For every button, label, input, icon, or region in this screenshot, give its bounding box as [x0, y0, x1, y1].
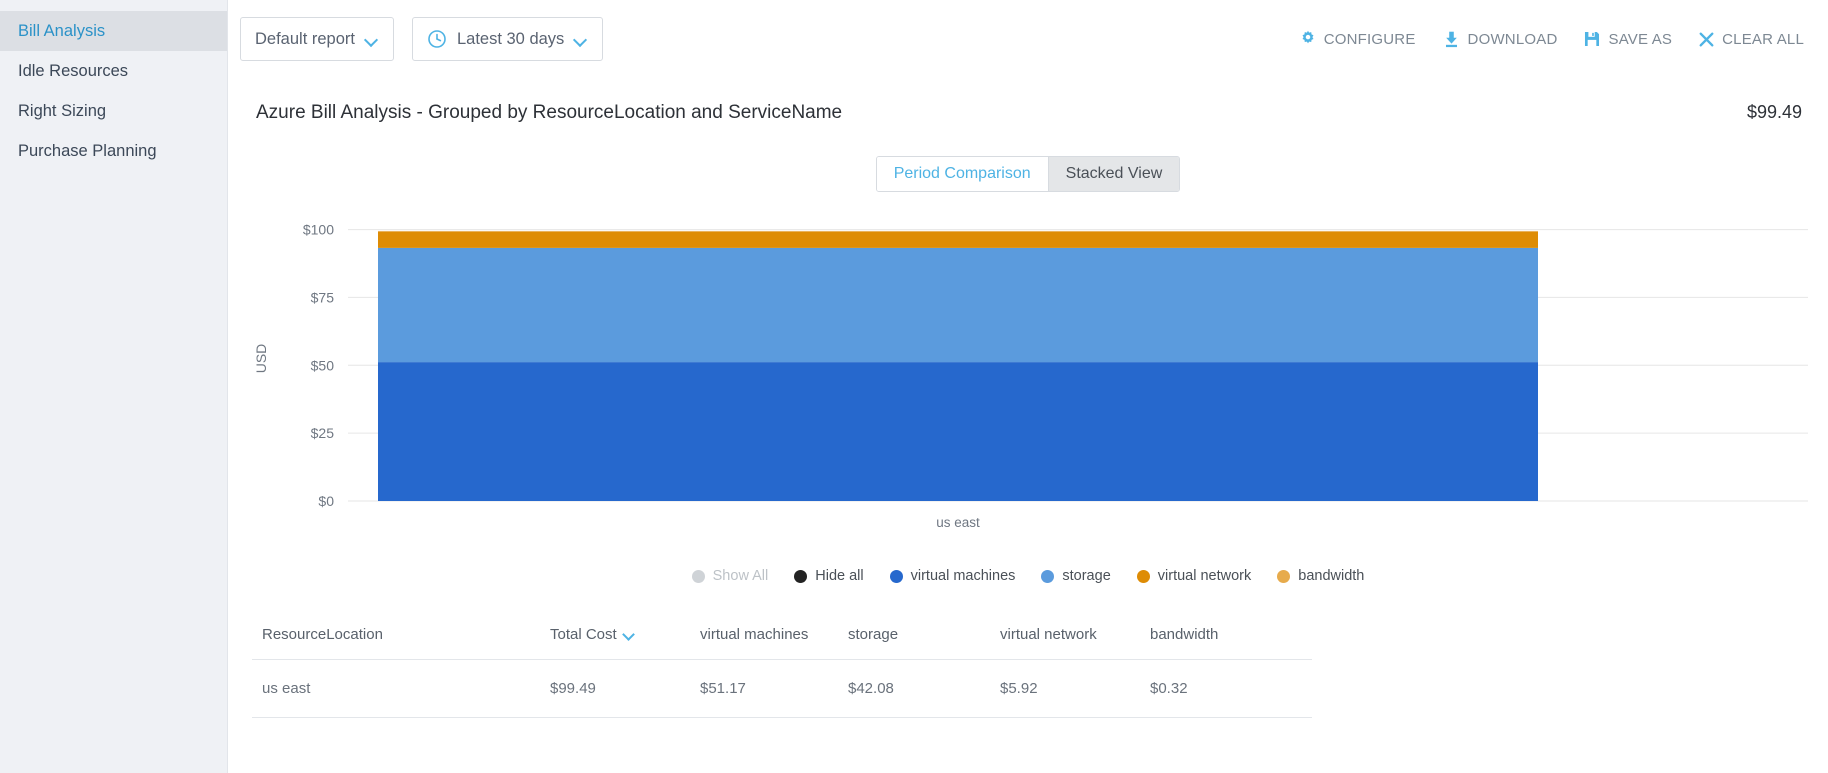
main-content: Default report Latest 30 days CONFIGURE …	[228, 0, 1828, 773]
download-label: DOWNLOAD	[1467, 30, 1558, 48]
bar-segment-virtual-network[interactable]	[378, 231, 1538, 248]
date-range-label: Latest 30 days	[456, 29, 565, 48]
sidebar: Bill Analysis Idle Resources Right Sizin…	[0, 0, 228, 773]
page-title: Azure Bill Analysis - Grouped by Resourc…	[256, 102, 843, 123]
legend-dot	[1041, 569, 1055, 583]
toolbar-actions: CONFIGURE DOWNLOAD SAVE AS CLEAR ALL	[1299, 0, 1804, 78]
sort-descending-icon	[624, 631, 635, 638]
sidebar-item-label: Bill Analysis	[18, 22, 106, 40]
x-axis-tick-label: us east	[936, 515, 980, 530]
column-label: bandwidth	[1150, 626, 1219, 643]
table-header-row: ResourceLocation Total Cost virtual mach…	[252, 626, 1312, 660]
bar-segment-virtual-machines[interactable]	[378, 362, 1538, 501]
tab-period-comparison[interactable]: Period Comparison	[876, 157, 1049, 191]
report-select[interactable]: Default report	[240, 17, 394, 61]
bar-segment-bandwidth[interactable]	[378, 230, 1538, 232]
bar-segment-storage[interactable]	[378, 247, 1538, 363]
clear-all-label: CLEAR ALL	[1722, 30, 1804, 48]
legend-item-storage[interactable]: storage	[1041, 568, 1111, 584]
report-table-wrapper: ResourceLocation Total Cost virtual mach…	[228, 584, 1828, 718]
tab-label: Stacked View	[1065, 165, 1163, 182]
table-header-virtual-network[interactable]: virtual network	[990, 626, 1140, 660]
stacked-bar-chart: $0 $25 $50 $75 $100 USD us east	[228, 206, 1828, 566]
cell-bandwidth: $0.32	[1140, 659, 1312, 718]
legend-item-bandwidth[interactable]: bandwidth	[1277, 568, 1364, 584]
table-header-total-cost[interactable]: Total Cost	[540, 626, 690, 660]
legend-label: Show All	[712, 568, 769, 584]
clear-all-button[interactable]: CLEAR ALL	[1698, 31, 1804, 48]
y-axis-title: USD	[253, 344, 269, 374]
legend-dot-show-all	[691, 569, 705, 583]
sidebar-item-bill-analysis[interactable]: Bill Analysis	[0, 11, 227, 51]
save-as-button[interactable]: SAVE AS	[1583, 30, 1672, 48]
table-header-bandwidth[interactable]: bandwidth	[1140, 626, 1312, 660]
cell-virtual-machines: $51.17	[690, 659, 838, 718]
table-row[interactable]: us east $99.49 $51.17 $42.08 $5.92 $0.32	[252, 659, 1312, 718]
sidebar-item-label: Idle Resources	[18, 62, 129, 80]
y-axis-tick-label: $50	[311, 357, 335, 373]
cell-resourcelocation: us east	[252, 659, 540, 718]
gear-icon	[1299, 30, 1317, 48]
column-label: virtual network	[1000, 626, 1097, 643]
close-icon	[1698, 31, 1715, 48]
save-icon	[1583, 30, 1601, 48]
table-header-resourcelocation[interactable]: ResourceLocation	[252, 626, 540, 660]
sidebar-item-right-sizing[interactable]: Right Sizing	[0, 91, 227, 131]
sidebar-item-label: Right Sizing	[18, 102, 107, 120]
tab-label: Period Comparison	[893, 165, 1031, 182]
cell-virtual-network: $5.92	[990, 659, 1140, 718]
legend-label: virtual machines	[910, 568, 1016, 584]
date-range-select[interactable]: Latest 30 days	[411, 17, 604, 61]
legend-item-virtual-network[interactable]: virtual network	[1136, 568, 1252, 584]
cell-total-cost: $99.49	[540, 659, 690, 718]
report-table: ResourceLocation Total Cost virtual mach…	[252, 626, 1312, 718]
report-total-amount: $99.49	[1746, 102, 1802, 122]
chart-canvas[interactable]: $0 $25 $50 $75 $100 USD us east	[228, 206, 1828, 556]
chevron-down-icon	[365, 35, 379, 44]
save-as-label: SAVE AS	[1608, 30, 1673, 48]
legend-hide-all[interactable]: Hide all	[794, 568, 864, 584]
report-select-label: Default report	[255, 29, 355, 48]
column-label: virtual machines	[700, 626, 809, 643]
legend-dot	[1277, 569, 1291, 583]
sidebar-item-idle-resources[interactable]: Idle Resources	[0, 51, 227, 91]
toolbar: Default report Latest 30 days CONFIGURE …	[228, 0, 1828, 78]
chart-legend: Show All Hide all virtual machines stora…	[228, 568, 1828, 584]
legend-label: Hide all	[815, 568, 864, 584]
column-label: ResourceLocation	[262, 626, 383, 643]
legend-item-virtual-machines[interactable]: virtual machines	[889, 568, 1016, 584]
chart-view-tabs: Period Comparison Stacked View	[228, 156, 1828, 192]
chevron-down-icon	[574, 35, 588, 44]
clock-icon	[427, 29, 447, 49]
column-label: storage	[848, 626, 899, 643]
column-label: Total Cost	[550, 626, 617, 643]
sidebar-item-label: Purchase Planning	[18, 142, 157, 160]
legend-label: bandwidth	[1298, 568, 1365, 584]
configure-button[interactable]: CONFIGURE	[1299, 30, 1416, 48]
y-axis-tick-label: $25	[311, 425, 335, 441]
y-axis-tick-label: $100	[303, 222, 334, 238]
y-axis-tick-label: $75	[311, 289, 335, 305]
legend-show-all[interactable]: Show All	[691, 568, 769, 584]
legend-dot-hide-all	[794, 569, 808, 583]
legend-dot	[1136, 569, 1150, 583]
legend-label: virtual network	[1157, 568, 1252, 584]
tab-stacked-view[interactable]: Stacked View	[1048, 157, 1180, 191]
configure-label: CONFIGURE	[1323, 30, 1416, 48]
app-root: Bill Analysis Idle Resources Right Sizin…	[0, 0, 1828, 773]
y-axis-tick-label: $0	[318, 493, 334, 509]
report-header: Azure Bill Analysis - Grouped by Resourc…	[228, 78, 1828, 124]
table-header-virtual-machines[interactable]: virtual machines	[690, 626, 838, 660]
table-header-storage[interactable]: storage	[838, 626, 990, 660]
legend-label: storage	[1062, 568, 1111, 584]
sidebar-item-purchase-planning[interactable]: Purchase Planning	[0, 131, 227, 171]
download-icon	[1442, 30, 1461, 49]
download-button[interactable]: DOWNLOAD	[1442, 30, 1558, 49]
legend-dot	[889, 569, 903, 583]
cell-storage: $42.08	[838, 659, 990, 718]
